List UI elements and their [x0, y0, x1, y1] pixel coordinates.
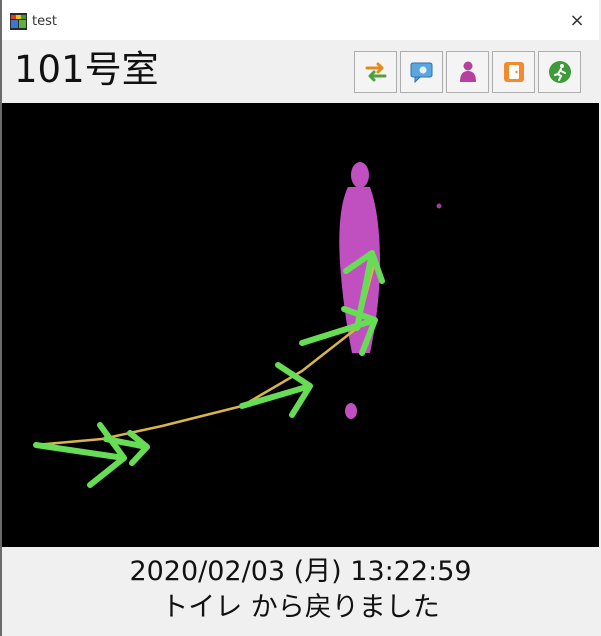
motion-track-display — [2, 103, 599, 547]
app-icon — [10, 13, 27, 30]
chat-bubble-icon — [410, 62, 432, 84]
door-icon — [503, 62, 524, 82]
door-button[interactable] — [492, 51, 535, 93]
room-title: 101号室 — [14, 48, 159, 91]
app-window: test × 101号室 2020/02/03 (月) 13:22:59 トイレ… — [0, 0, 599, 636]
activity-button[interactable] — [538, 51, 581, 93]
camera-view — [2, 103, 599, 547]
header: 101号室 — [2, 40, 599, 102]
running-person-icon — [548, 61, 571, 83]
status-panel: 2020/02/03 (月) 13:22:59 トイレ から戻りました — [2, 550, 599, 636]
status-datetime: 2020/02/03 (月) 13:22:59 — [129, 556, 472, 587]
status-message: トイレ から戻りました — [161, 592, 440, 623]
title-bar: test × — [2, 0, 599, 40]
swap-arrows-icon — [365, 62, 386, 82]
window-title: test — [32, 14, 57, 29]
toolbar — [354, 51, 584, 93]
chat-button[interactable] — [400, 51, 443, 93]
person-icon — [459, 61, 476, 82]
close-button[interactable]: × — [565, 9, 589, 33]
swap-button[interactable] — [354, 51, 397, 93]
person-button[interactable] — [446, 51, 489, 93]
